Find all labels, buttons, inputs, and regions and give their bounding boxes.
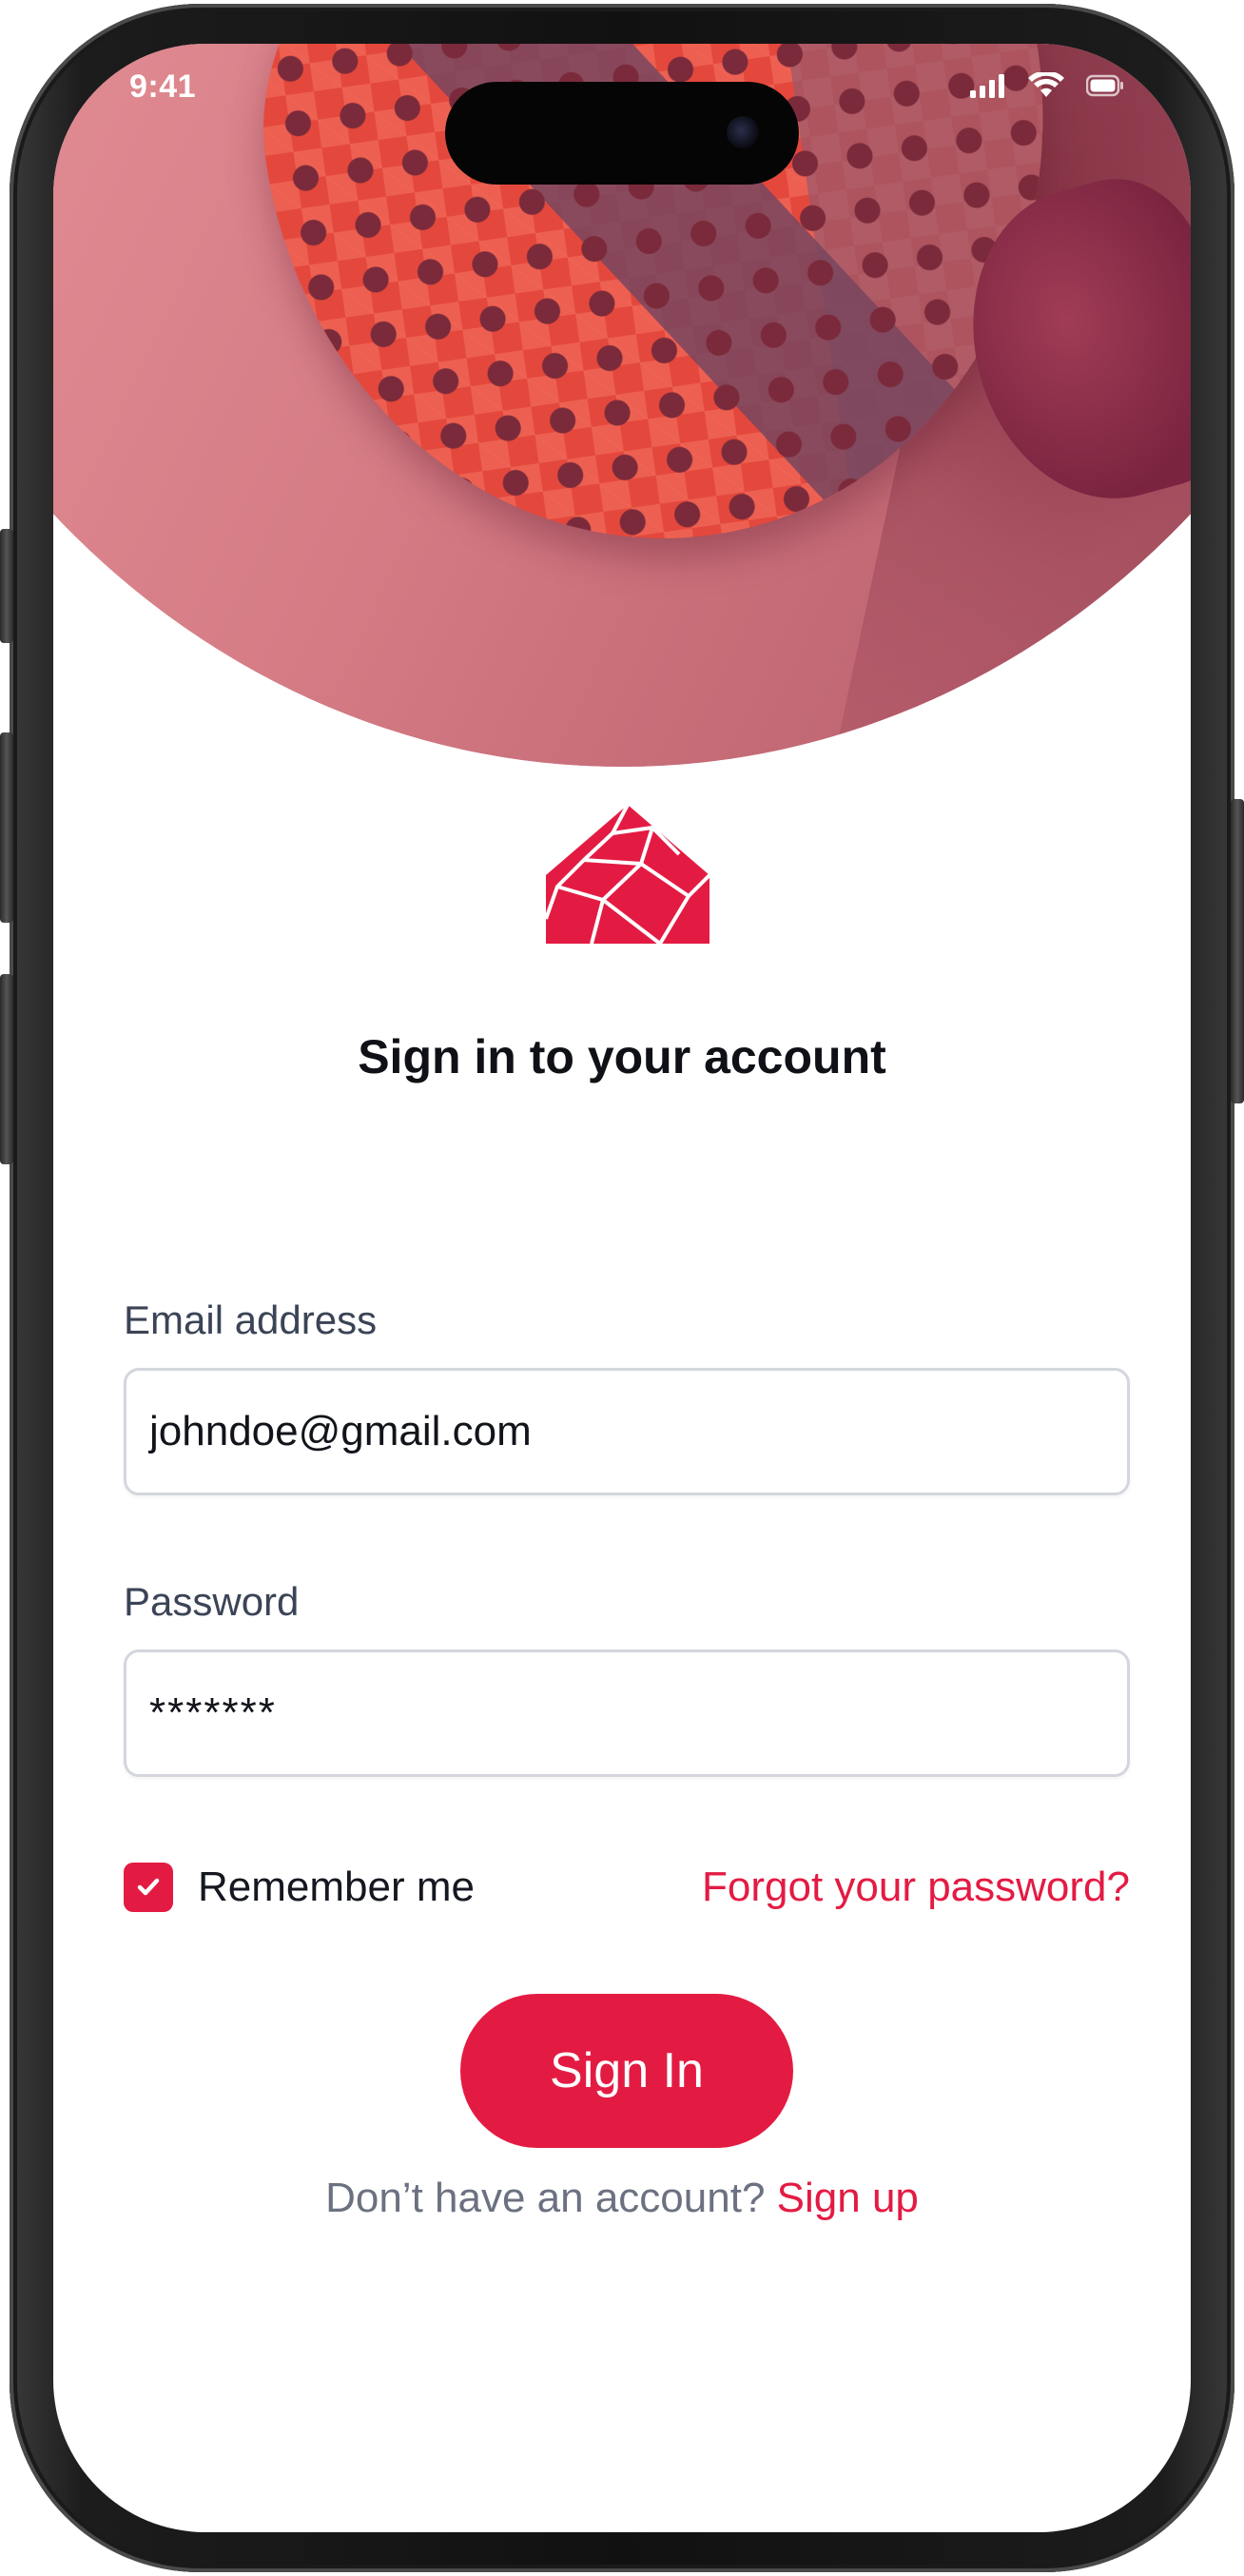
volume-up-button bbox=[0, 732, 13, 923]
screen: 9:41 Sign in to your account Email addre… bbox=[53, 44, 1191, 2532]
remember-me-label[interactable]: Remember me bbox=[198, 1863, 475, 1912]
faceted-house-logo bbox=[546, 805, 709, 944]
cellular-signal-icon bbox=[970, 74, 1004, 98]
battery-icon bbox=[1086, 74, 1123, 97]
power-button bbox=[1231, 799, 1244, 1103]
email-label: Email address bbox=[124, 1298, 378, 1342]
remember-me-checkbox[interactable] bbox=[124, 1863, 173, 1912]
email-field[interactable]: johndoe@gmail.com bbox=[124, 1368, 1130, 1495]
page-title: Sign in to your account bbox=[358, 1030, 886, 1083]
password-label: Password bbox=[124, 1579, 300, 1624]
sign-in-button[interactable]: Sign In bbox=[460, 1994, 793, 2148]
front-camera bbox=[727, 116, 759, 148]
checkmark-icon bbox=[137, 1878, 160, 1896]
forgot-password-link[interactable]: Forgot your password? bbox=[702, 1863, 1130, 1912]
email-value: johndoe@gmail.com bbox=[149, 1408, 532, 1454]
dynamic-island bbox=[445, 82, 799, 185]
status-icons bbox=[970, 72, 1124, 99]
signup-prompt: Don’t have an account? bbox=[325, 2175, 766, 2221]
password-field[interactable]: ******* bbox=[124, 1649, 1130, 1777]
wifi-icon bbox=[1028, 72, 1064, 97]
action-button bbox=[0, 529, 13, 643]
volume-down-button bbox=[0, 974, 13, 1164]
status-time: 9:41 bbox=[129, 68, 197, 105]
signup-row: Don’t have an account? Sign up bbox=[53, 2175, 1191, 2222]
sign-up-link[interactable]: Sign up bbox=[777, 2175, 919, 2221]
password-value: ******* bbox=[149, 1689, 277, 1736]
